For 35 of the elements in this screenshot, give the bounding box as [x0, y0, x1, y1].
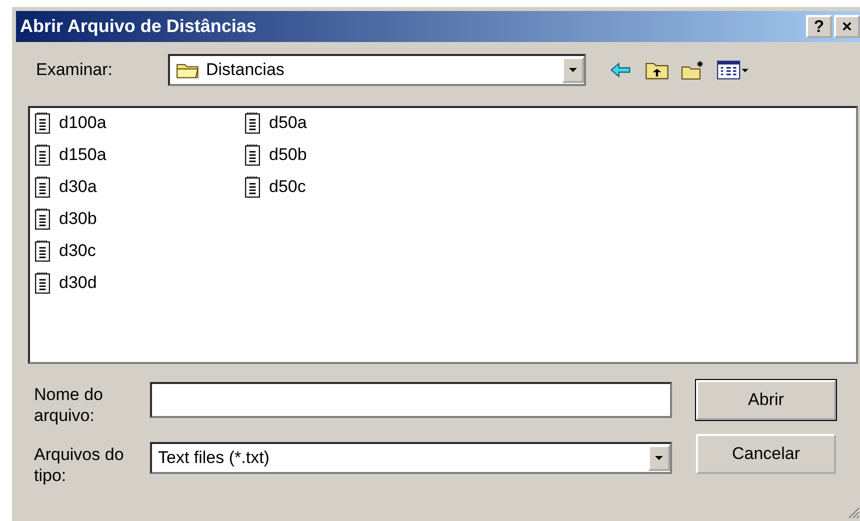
file-type-dropdown[interactable]: Text files (*.txt): [150, 442, 672, 474]
text-file-icon: [34, 239, 51, 263]
file-name-label: Nome do arquivo:: [34, 384, 104, 426]
file-item[interactable]: d150a: [34, 143, 244, 167]
new-folder-icon[interactable]: [680, 59, 706, 81]
text-file-icon: [244, 111, 261, 135]
open-button[interactable]: Abrir: [696, 380, 836, 420]
folder-icon: [176, 61, 200, 79]
look-in-dropdown[interactable]: Distancias: [168, 54, 586, 86]
file-item[interactable]: d50a: [244, 111, 454, 135]
file-name-field[interactable]: [150, 382, 672, 418]
dropdown-arrow-icon[interactable]: [654, 455, 664, 461]
text-file-icon: [34, 271, 51, 295]
file-item[interactable]: d30d: [34, 271, 244, 295]
text-file-icon: [34, 111, 51, 135]
look-in-label: Examinar:: [36, 60, 114, 80]
file-item[interactable]: d100a: [34, 111, 244, 135]
text-file-icon: [34, 207, 51, 231]
help-button[interactable]: ?: [806, 15, 832, 38]
file-item[interactable]: d30b: [34, 207, 244, 231]
close-button[interactable]: ×: [834, 15, 860, 38]
file-type-label: Arquivos do tipo:: [34, 444, 125, 486]
cancel-button[interactable]: Cancelar: [696, 434, 836, 474]
dropdown-arrow-icon[interactable]: [568, 67, 578, 73]
file-item[interactable]: d30a: [34, 175, 244, 199]
text-file-icon: [34, 175, 51, 199]
file-item[interactable]: d50b: [244, 143, 454, 167]
view-menu-icon[interactable]: [716, 59, 750, 81]
text-file-icon: [244, 143, 261, 167]
text-file-icon: [34, 143, 51, 167]
window-title: Abrir Arquivo de Distâncias: [20, 16, 256, 37]
file-item[interactable]: d50c: [244, 175, 454, 199]
text-file-icon: [244, 175, 261, 199]
resize-grip-icon[interactable]: [846, 505, 860, 519]
file-item[interactable]: d30c: [34, 239, 244, 263]
